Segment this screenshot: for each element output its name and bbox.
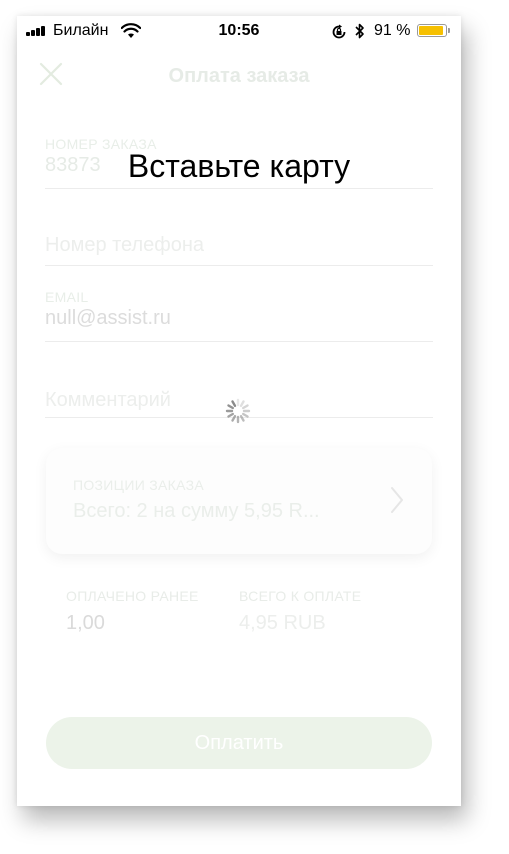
- battery-tip: [448, 28, 450, 33]
- phone-input[interactable]: Номер телефона: [45, 234, 433, 266]
- insert-card-message: Вставьте карту: [127, 148, 351, 184]
- total-due-value: 4,95 RUB: [239, 612, 326, 634]
- pay-button[interactable]: Оплатить: [46, 717, 432, 769]
- status-bar: Билайн 10:56 91 %: [17, 16, 461, 48]
- page-title: Оплата заказа: [168, 65, 310, 87]
- chevron-right-icon: [391, 487, 403, 513]
- loading-spinner-icon: [225, 398, 251, 424]
- paid-before-value: 1,00: [66, 612, 105, 634]
- battery-icon: [417, 24, 447, 37]
- email-value: null@assist.ru: [45, 307, 171, 329]
- phone-screen: Билайн 10:56 91 % Оплата заказа НОМЕР ЗА…: [17, 16, 461, 806]
- email-field[interactable]: EMAIL null@assist.ru: [45, 289, 433, 342]
- email-label: EMAIL: [45, 289, 89, 305]
- bluetooth-icon: [355, 23, 364, 39]
- order-items-label: ПОЗИЦИИ ЗАКАЗА: [73, 477, 204, 493]
- total-due-label: ВСЕГО К ОПЛАТЕ: [239, 588, 362, 604]
- battery-percent: 91 %: [374, 22, 411, 39]
- paid-before-label: ОПЛАЧЕНО РАНЕЕ: [66, 588, 199, 604]
- phone-placeholder: Номер телефона: [45, 234, 205, 256]
- order-items-card[interactable]: ПОЗИЦИИ ЗАКАЗА Всего: 2 на сумму 5,95 R.…: [46, 448, 432, 554]
- order-items-summary: Всего: 2 на сумму 5,95 R...: [73, 500, 320, 522]
- orientation-lock-icon: [332, 24, 346, 39]
